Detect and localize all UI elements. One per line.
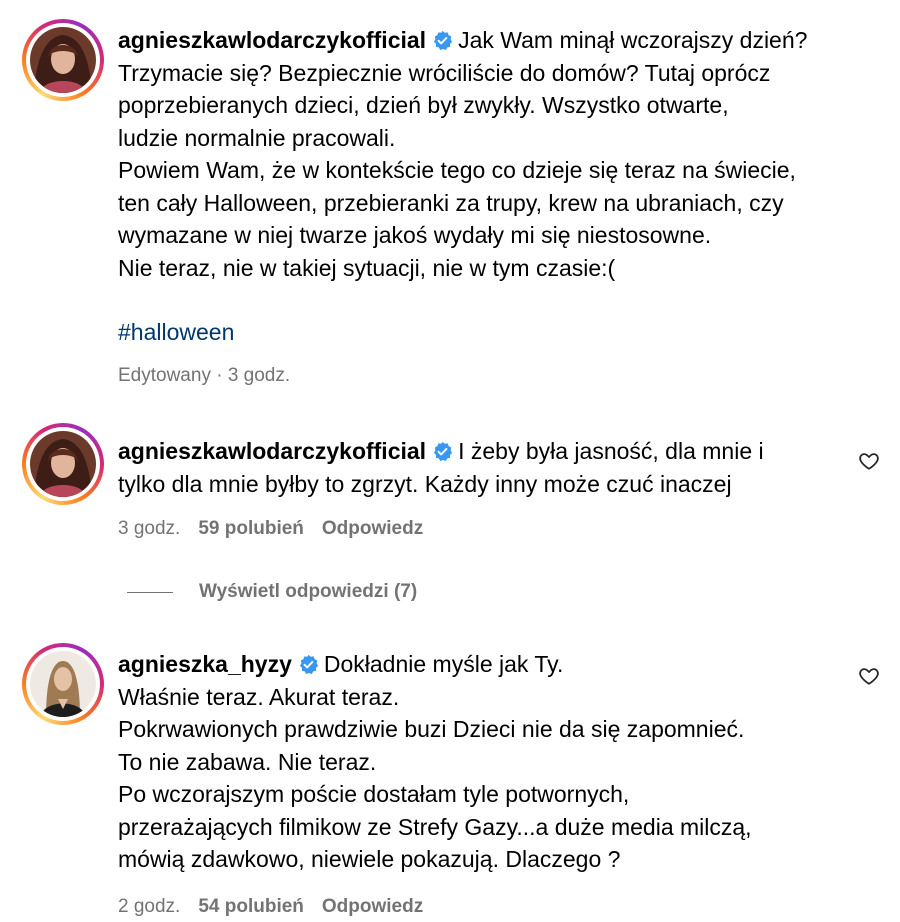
comment-text-line: poprzebieranych dzieci, dzień był zwykły… [118, 92, 729, 118]
edited-timestamp: Edytowany · 3 godz. [118, 365, 291, 386]
avatar[interactable] [22, 423, 104, 505]
comment-body: agnieszkawlodarczykofficial I żeby była j… [118, 435, 764, 500]
comment-text-line: Po wczorajszym poście dostałam tyle potw… [118, 781, 630, 807]
likes-count-link[interactable]: 59 polubień [198, 518, 304, 539]
verified-badge-icon [432, 30, 453, 51]
comment-text-line: Pokrwawionych prawdziwie buzi Dzieci nie… [118, 716, 745, 742]
reply-button[interactable]: Odpowiedz [322, 896, 423, 917]
comment-text-line: przerażających filmikow ze Strefy Gazy..… [118, 813, 752, 840]
verified-badge-icon [432, 441, 453, 462]
comment-text-line: ten cały Halloween, przebieranki za trup… [118, 189, 784, 216]
comment-text-line: mówią zdawkowo, niewiele pokazują. Dlacz… [118, 846, 621, 872]
comment-text-line: wymazane w niej twarze jakoś wydały mi s… [118, 222, 712, 248]
comment-text-line: Powiem Wam, że w kontekście tego co dzie… [118, 157, 796, 183]
comment-text-line: Trzymacie się? Bezpiecznie wróciliście d… [118, 59, 771, 86]
verified-badge-icon [298, 654, 319, 675]
comment-text-line: Nie teraz, nie w takiej sytuacji, nie w … [118, 254, 616, 281]
view-replies-button[interactable]: Wyświetl odpowiedzi (7) [127, 580, 417, 604]
like-heart-icon[interactable] [858, 450, 880, 472]
hashtag-link[interactable]: #halloween [118, 316, 807, 349]
comment-text-line: Właśnie teraz. Akurat teraz. [118, 683, 400, 710]
avatar-image [30, 651, 96, 717]
comment-meta: 2 godz. 54 polubień Odpowiedz [118, 896, 441, 918]
comment-text: Jak Wam minął wczorajszy dzień? [458, 27, 808, 53]
like-heart-icon[interactable] [858, 665, 880, 687]
avatar-image [30, 27, 96, 93]
comment-text: I żeby była jasność, dla mnie i [458, 438, 764, 464]
avatar[interactable] [22, 643, 104, 725]
comment-text: Dokładnie myśle jak Ty. [323, 651, 564, 677]
avatar[interactable] [22, 19, 104, 101]
comment-text-line: To nie zabawa. Nie teraz. [118, 748, 377, 775]
comment-meta: Edytowany · 3 godz. [118, 365, 308, 387]
username-link[interactable]: agnieszka_hyzy [118, 651, 292, 677]
username-link[interactable]: agnieszkawlodarczykofficial [118, 438, 426, 464]
comment-timestamp: 2 godz. [118, 896, 181, 917]
comment-text-line: ludzie normalnie pracowali. [118, 124, 396, 151]
username-link[interactable]: agnieszkawlodarczykofficial [118, 27, 426, 53]
avatar-image [30, 431, 96, 497]
view-replies-label: Wyświetl odpowiedzi (7) [199, 581, 418, 602]
likes-count-link[interactable]: 54 polubień [198, 896, 304, 917]
replies-divider [127, 591, 173, 593]
comment-text-line: tylko dla mnie byłby to zgrzyt. Każdy in… [118, 470, 732, 497]
comment-timestamp: 3 godz. [118, 518, 181, 539]
comment-body: agnieszka_hyzy Dokładnie myśle jak Ty. Wł… [118, 648, 752, 876]
comment-body: agnieszkawlodarczykofficial Jak Wam minął… [118, 24, 807, 349]
reply-button[interactable]: Odpowiedz [322, 518, 423, 539]
comment-meta: 3 godz. 59 polubień Odpowiedz [118, 518, 441, 540]
